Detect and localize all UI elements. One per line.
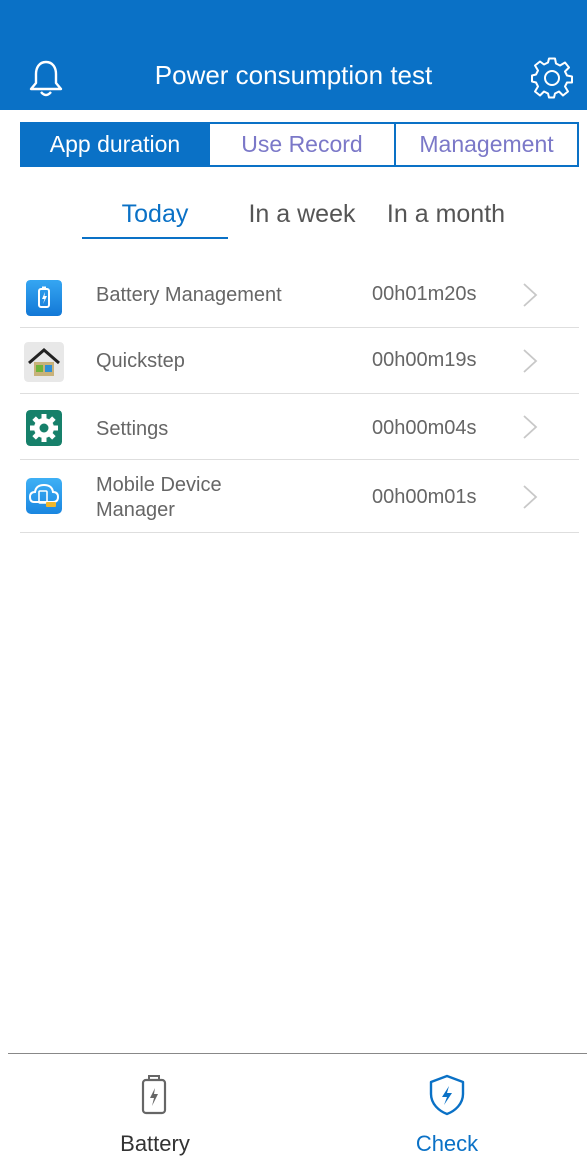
app-row-quickstep[interactable]: Quickstep 00h00m19s bbox=[20, 328, 579, 394]
app-name: Quickstep bbox=[96, 350, 185, 372]
app-row-mobile-device-manager[interactable]: Mobile Device Manager 00h00m01s bbox=[20, 460, 579, 533]
shield-lightning-icon bbox=[429, 1074, 465, 1116]
app-name: Settings bbox=[96, 418, 169, 440]
tab-check-label: Check bbox=[415, 1131, 479, 1156]
range-month[interactable]: In a month bbox=[376, 200, 516, 244]
app-time: 00h01m20s bbox=[372, 283, 477, 305]
tab-battery-label: Battery bbox=[120, 1131, 190, 1156]
chevron-right-icon bbox=[523, 485, 538, 509]
app-time: 00h00m01s bbox=[372, 486, 477, 508]
app-name: Battery Management bbox=[96, 284, 282, 306]
app-time: 00h00m19s bbox=[372, 349, 477, 371]
quickstep-app-icon bbox=[24, 342, 64, 382]
app-name: Mobile Device Manager bbox=[96, 474, 222, 521]
battery-management-app-icon bbox=[26, 280, 62, 316]
tab-app-duration[interactable]: App duration bbox=[22, 124, 208, 165]
chevron-right-icon bbox=[523, 415, 538, 439]
chevron-right-icon bbox=[523, 349, 538, 373]
tab-use-record[interactable]: Use Record bbox=[208, 124, 394, 165]
settings-app-icon bbox=[26, 410, 62, 446]
range-underline bbox=[82, 237, 228, 239]
app-header: Power consumption test bbox=[0, 0, 587, 110]
tab-management[interactable]: Management bbox=[394, 124, 577, 165]
page-title: Power consumption test bbox=[154, 60, 433, 90]
gear-icon[interactable] bbox=[530, 56, 574, 100]
segment-control: App duration Use Record Management bbox=[20, 122, 579, 167]
app-row-settings[interactable]: Settings 00h00m04s bbox=[20, 394, 579, 460]
app-time: 00h00m04s bbox=[372, 417, 477, 439]
tabbar-divider bbox=[8, 1053, 587, 1054]
app-row-battery-management[interactable]: Battery Management 00h01m20s bbox=[20, 262, 579, 328]
battery-icon bbox=[141, 1075, 167, 1115]
range-week[interactable]: In a week bbox=[236, 200, 368, 244]
chevron-right-icon bbox=[523, 283, 538, 307]
mobile-device-manager-app-icon bbox=[26, 478, 62, 514]
